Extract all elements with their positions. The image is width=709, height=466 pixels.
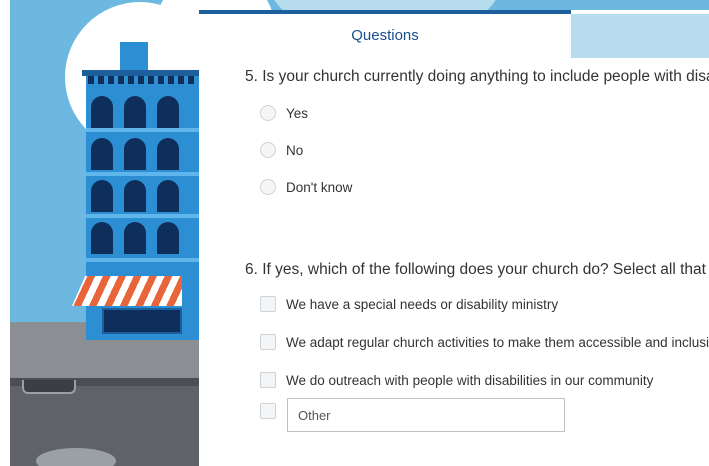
checkbox-option-adapt-activities[interactable]: We adapt regular church activities to ma… xyxy=(260,334,709,350)
panel-accent-bar xyxy=(199,10,571,14)
question-number: 5. xyxy=(245,68,258,85)
building-window xyxy=(157,180,179,212)
checkbox-option-special-needs-ministry[interactable]: We have a special needs or disability mi… xyxy=(260,296,558,312)
radio-option-yes[interactable]: Yes xyxy=(260,105,308,121)
building-window xyxy=(91,222,113,254)
question-6: 6. If yes, which of the following does y… xyxy=(245,261,709,279)
building-floor-band xyxy=(86,172,206,176)
building-window xyxy=(157,96,179,128)
question-5: 5. Is your church currently doing anythi… xyxy=(245,68,709,86)
building-window xyxy=(91,180,113,212)
building-window xyxy=(91,138,113,170)
radio-label: Don't know xyxy=(286,179,353,195)
questions-panel: Questions 5. Is your church currently do… xyxy=(199,10,709,466)
building-dentils xyxy=(88,76,198,84)
radio-label: Yes xyxy=(286,105,309,121)
checkbox-label: We adapt regular church activities to ma… xyxy=(286,334,709,350)
checkbox-label: We have a special needs or disability mi… xyxy=(286,296,559,312)
building-window xyxy=(157,222,179,254)
building-window xyxy=(124,180,146,212)
checkbox-option-outreach[interactable]: We do outreach with people with disabili… xyxy=(260,372,653,388)
checkbox[interactable] xyxy=(260,296,276,312)
building-floor-band xyxy=(86,128,206,132)
question-text: Is your church currently doing anything … xyxy=(262,68,709,85)
question-number: 6. xyxy=(245,261,258,278)
building-window xyxy=(124,138,146,170)
checkbox[interactable] xyxy=(260,403,276,419)
radio-button[interactable] xyxy=(260,142,276,158)
building-floor-band xyxy=(86,214,206,218)
checkbox[interactable] xyxy=(260,372,276,388)
building-floor-band xyxy=(86,258,206,262)
storefront-window xyxy=(102,308,182,334)
question-text: If yes, which of the following does your… xyxy=(262,261,709,278)
radio-option-dont-know[interactable]: Don't know xyxy=(260,179,352,195)
storm-drain xyxy=(22,380,76,394)
building-window xyxy=(124,96,146,128)
radio-button[interactable] xyxy=(260,105,276,121)
radio-button[interactable] xyxy=(260,179,276,195)
storefront-awning xyxy=(72,276,182,306)
building-window xyxy=(124,222,146,254)
building-window xyxy=(157,138,179,170)
building-chimney xyxy=(120,42,148,72)
checkbox-label: We do outreach with people with disabili… xyxy=(286,372,654,388)
other-text-input[interactable] xyxy=(287,398,565,432)
panel-header-tab xyxy=(571,14,709,58)
checkbox-option-other[interactable] xyxy=(260,403,286,419)
radio-label: No xyxy=(286,142,304,158)
building-window xyxy=(91,96,113,128)
panel-title: Questions xyxy=(351,27,419,44)
radio-option-no[interactable]: No xyxy=(260,142,303,158)
checkbox[interactable] xyxy=(260,334,276,350)
